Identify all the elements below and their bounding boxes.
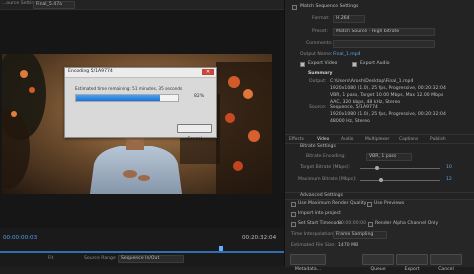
export-video-checkbox[interactable] bbox=[300, 62, 305, 67]
cancel-button[interactable]: Cancel bbox=[177, 124, 212, 142]
summary-source-label: Source: bbox=[309, 105, 327, 110]
time-interpolation-dropdown[interactable]: Frame Sampling bbox=[333, 231, 387, 239]
tab-captions[interactable]: Captions bbox=[399, 137, 418, 142]
timeline-track[interactable] bbox=[0, 251, 284, 253]
render-alpha-checkbox[interactable] bbox=[368, 222, 373, 227]
tab-publish[interactable]: Publish bbox=[430, 137, 446, 142]
max-render-quality-label: Use Maximum Render Quality bbox=[298, 201, 367, 206]
max-bitrate-thumb[interactable] bbox=[379, 178, 383, 182]
export-video-label: Export Video bbox=[308, 61, 338, 66]
bitrate-encoding-label: Bitrate Encoding: bbox=[306, 154, 346, 159]
playhead-handle[interactable] bbox=[219, 246, 223, 251]
export-audio-checkbox[interactable] bbox=[352, 62, 357, 67]
summary-source-line: Sequence, 5/1A9774 bbox=[330, 105, 378, 110]
encoding-progress-bar bbox=[75, 94, 179, 102]
match-sequence-label: Match Sequence Settings bbox=[300, 4, 359, 9]
summary-heading: Summary bbox=[308, 71, 333, 76]
metadata-button-label: Metadata... bbox=[294, 267, 322, 272]
comments-input[interactable] bbox=[333, 40, 435, 48]
bitrate-encoding-value: VBR, 1 pass bbox=[369, 154, 397, 159]
max-bitrate-label: Maximum Bitrate [Mbps]: bbox=[298, 177, 357, 182]
source-range-value: Sequence In/Out bbox=[121, 256, 160, 261]
progress-percent-label: 82% bbox=[194, 94, 205, 99]
export-button-label: Export bbox=[404, 267, 420, 272]
advanced-settings-heading: Advanced Settings bbox=[300, 193, 343, 198]
end-timecode: 00:20:32:04 bbox=[242, 235, 277, 241]
fit-label[interactable]: Fit bbox=[48, 256, 53, 262]
close-icon[interactable]: ✕ bbox=[202, 69, 214, 75]
max-bitrate-slider[interactable] bbox=[360, 180, 440, 181]
source-clip-name: Final_5.47a bbox=[36, 2, 62, 7]
tab-audio[interactable]: Audio bbox=[341, 137, 353, 142]
use-previews-label: Use Previews bbox=[374, 201, 405, 206]
target-bitrate-thumb[interactable] bbox=[375, 166, 379, 170]
estimated-file-size-label: Estimated File Size: bbox=[291, 243, 336, 248]
target-bitrate-slider[interactable] bbox=[360, 168, 440, 169]
summary-output-label: Output: bbox=[309, 79, 327, 84]
export-button[interactable]: Export bbox=[396, 254, 428, 272]
queue-button[interactable]: Queue bbox=[362, 254, 394, 272]
format-label: Format: bbox=[312, 16, 330, 21]
encoding-dialog: Encoding 5/1A9774 ✕ Estimated time remai… bbox=[64, 67, 217, 142]
source-setting-label: ...ource Setting bbox=[2, 1, 38, 6]
target-bitrate-label: Target Bitrate [Mbps]: bbox=[300, 165, 351, 170]
match-sequence-checkbox[interactable] bbox=[292, 5, 297, 10]
current-timecode[interactable]: 00:00:00:03 bbox=[3, 235, 37, 242]
format-dropdown[interactable]: H.264 bbox=[333, 15, 365, 23]
max-bitrate-value[interactable]: 12 bbox=[446, 177, 452, 183]
metadata-button[interactable]: Metadata... bbox=[290, 254, 326, 272]
dialog-title-bar: Encoding 5/1A9774 ✕ bbox=[65, 68, 216, 78]
format-value: H.264 bbox=[336, 16, 350, 21]
target-bitrate-value[interactable]: 10 bbox=[446, 165, 452, 171]
cancel-button-label: Cancel bbox=[187, 137, 202, 142]
comments-label: Comments: bbox=[306, 41, 333, 46]
preset-label: Preset: bbox=[312, 29, 328, 34]
bitrate-settings-heading: Bitrate Settings bbox=[300, 144, 336, 149]
settings-tab-bar: Effects Video Audio Multiplexer Captions… bbox=[285, 134, 474, 144]
import-into-project-label: Import into project bbox=[298, 211, 341, 216]
max-render-quality-checkbox[interactable] bbox=[291, 202, 296, 207]
summary-output-line: 1920x1080 (1.0), 25 fps, Progressive, 00… bbox=[330, 86, 446, 91]
source-clip-dropdown[interactable]: Final_5.47a bbox=[33, 1, 75, 9]
import-into-project-checkbox[interactable] bbox=[291, 212, 296, 217]
set-start-timecode-label: Set Start Timecode bbox=[298, 221, 343, 226]
tab-multiplexer[interactable]: Multiplexer bbox=[365, 137, 389, 142]
use-previews-checkbox[interactable] bbox=[367, 202, 372, 207]
time-remaining-text: Estimated time remaining: 51 minutes, 35… bbox=[75, 86, 183, 91]
output-name-label: Output Name: bbox=[300, 52, 333, 57]
export-cancel-button[interactable]: Cancel bbox=[430, 254, 462, 272]
set-start-timecode-checkbox[interactable] bbox=[291, 222, 296, 227]
encoding-progress-fill bbox=[76, 95, 160, 101]
tab-effects[interactable]: Effects bbox=[289, 137, 304, 142]
source-tab-bar: ...ource Setting Final_5.47a bbox=[0, 0, 284, 10]
output-name-link[interactable]: Final_1.mp4 bbox=[333, 52, 361, 58]
render-alpha-label: Render Alpha Channel Only bbox=[375, 221, 439, 226]
export-cancel-button-label: Cancel bbox=[438, 267, 454, 272]
start-timecode-value[interactable]: 00:00:00:00 bbox=[338, 221, 366, 227]
tab-video[interactable]: Video bbox=[317, 137, 329, 142]
summary-source-line: 48000 Hz, Stereo bbox=[330, 119, 370, 124]
preset-dropdown[interactable]: Match Source - High bitrate bbox=[333, 28, 435, 36]
bitrate-encoding-dropdown[interactable]: VBR, 1 pass bbox=[366, 153, 412, 161]
dialog-title: Encoding 5/1A9774 bbox=[68, 69, 113, 74]
summary-source-line: 1920x1080 (1.0), 25 fps, Progressive, 00… bbox=[330, 112, 446, 117]
queue-button-label: Queue bbox=[370, 267, 386, 272]
timeline-area: 00:00:00:03 00:20:32:04 Fit Source Range… bbox=[0, 228, 284, 266]
time-interpolation-value: Frame Sampling bbox=[336, 232, 374, 237]
estimated-file-size-value: 1470 MB bbox=[338, 243, 359, 248]
export-audio-label: Export Audio bbox=[360, 61, 390, 66]
summary-output-line: C:\Users\Arosh\Desktop\Final_1.mp4 bbox=[330, 79, 414, 84]
preset-value: Match Source - High bitrate bbox=[336, 29, 400, 34]
time-interpolation-label: Time Interpolation: bbox=[291, 232, 335, 237]
summary-output-line: VBR, 1 pass, Target 10.00 Mbps, Max 12.0… bbox=[330, 93, 444, 98]
source-range-dropdown[interactable]: Sequence In/Out bbox=[118, 255, 184, 263]
source-range-label: Source Range bbox=[84, 256, 116, 261]
